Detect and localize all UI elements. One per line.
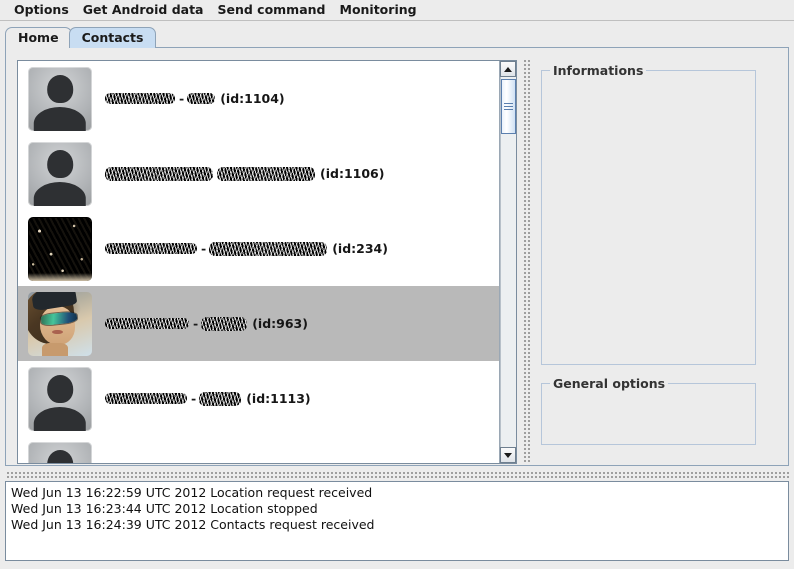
menu-get-android-data[interactable]: Get Android data (76, 1, 211, 19)
contact-label: - (id:963) (105, 316, 308, 331)
tab-contacts[interactable]: Contacts (68, 27, 157, 48)
default-person-avatar-icon (28, 66, 92, 131)
menu-options[interactable]: Options (7, 1, 76, 19)
contact-list-scrollpane: - (id:1104) (id:1106) - (id:234) - (id:9… (17, 60, 517, 464)
redacted-surname-text (199, 391, 242, 406)
contact-list-scrollbar[interactable] (499, 61, 516, 463)
contact-label: - (id:1104) (105, 91, 285, 106)
redacted-name-text (105, 166, 213, 181)
contact-id: (id:963) (252, 316, 308, 331)
redacted-name-text (105, 393, 187, 404)
contact-label: (id:1106) (105, 166, 384, 181)
vertical-split-divider[interactable] (522, 58, 532, 464)
menu-send-command[interactable]: Send command (210, 1, 332, 19)
name-separator: - (179, 91, 185, 106)
contact-list-item-selected[interactable]: - (id:963) (18, 286, 499, 361)
contact-list-item[interactable]: - (id:1113) (18, 361, 499, 436)
contact-label: - (id:234) (105, 241, 388, 256)
informations-group: Informations (541, 63, 756, 365)
redacted-name-text (105, 243, 197, 254)
log-line: Wed Jun 13 16:23:44 UTC 2012 Location st… (11, 501, 318, 516)
photo-avatar-woman-sunglasses-icon (28, 291, 92, 356)
redacted-name-text (105, 318, 189, 329)
log-line: Wed Jun 13 16:24:39 UTC 2012 Contacts re… (11, 517, 375, 532)
informations-group-title: Informations (550, 63, 647, 78)
contact-id: (id:1113) (246, 391, 311, 406)
contact-id: (id:1104) (220, 91, 285, 106)
default-person-avatar-icon (28, 141, 92, 206)
redacted-surname-text (209, 241, 328, 256)
contact-id: (id:234) (332, 241, 388, 256)
default-person-avatar-icon (28, 366, 92, 431)
contact-list-item[interactable]: - (id:234) (18, 211, 499, 286)
scrollbar-thumb[interactable] (501, 79, 516, 134)
scrollbar-track[interactable] (500, 77, 516, 447)
horizontal-split-divider[interactable] (5, 470, 789, 479)
general-options-group-title: General options (550, 376, 669, 391)
details-panel: Informations General options (535, 58, 775, 464)
scroll-up-arrow-icon[interactable] (500, 61, 516, 77)
tab-bar: Home Contacts (5, 26, 789, 48)
default-person-avatar-icon (28, 441, 92, 463)
contact-label: - (id:1113) (105, 391, 311, 406)
redacted-surname-text (187, 93, 216, 104)
redacted-surname-text (201, 316, 248, 331)
log-line: Wed Jun 13 16:22:59 UTC 2012 Location re… (11, 485, 373, 500)
redacted-photo-avatar-icon (28, 216, 92, 281)
contact-list-item[interactable]: - (id:1104) (18, 61, 499, 136)
menu-bar: Options Get Android data Send command Mo… (0, 0, 794, 21)
scroll-down-arrow-icon[interactable] (500, 447, 516, 463)
name-separator: - (191, 391, 197, 406)
scrollbar-grip-icon (504, 101, 513, 112)
contact-list-item[interactable] (18, 436, 499, 463)
contact-id: (id:1106) (320, 166, 385, 181)
contact-list: - (id:1104) (id:1106) - (id:234) - (id:9… (18, 61, 499, 463)
general-options-group: General options (541, 376, 756, 445)
name-separator: - (193, 316, 199, 331)
application-window: Options Get Android data Send command Mo… (0, 0, 794, 569)
redacted-name-text (105, 93, 175, 104)
contact-list-item[interactable]: (id:1106) (18, 136, 499, 211)
tab-home[interactable]: Home (5, 27, 72, 48)
menu-monitoring[interactable]: Monitoring (333, 1, 424, 19)
name-separator: - (201, 241, 207, 256)
log-output-area[interactable]: Wed Jun 13 16:22:59 UTC 2012 Location re… (5, 481, 789, 561)
redacted-surname-text (217, 166, 315, 181)
